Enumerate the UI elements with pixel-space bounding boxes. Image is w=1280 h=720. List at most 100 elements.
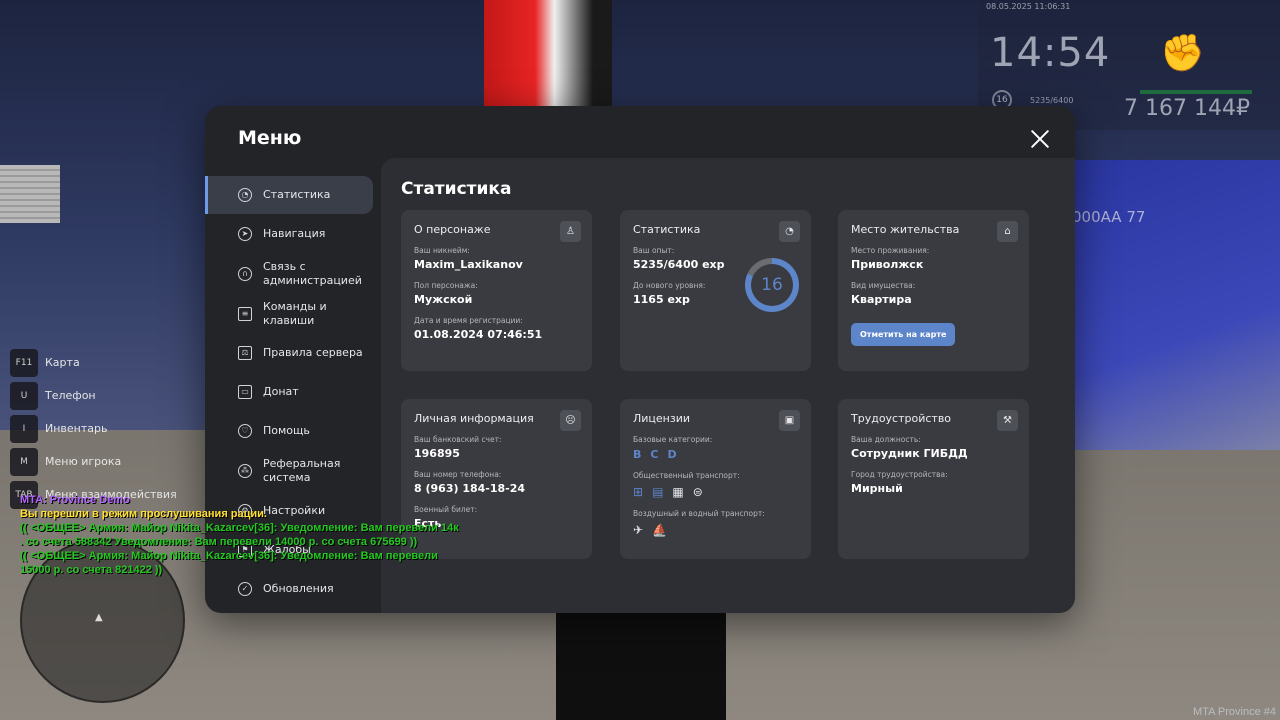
license-category: D	[667, 448, 677, 461]
network-icon: ⁂	[238, 464, 252, 478]
chat-line: (( <ОБЩЕЕ> Армия: Майор Nikita_Kazarcev[…	[20, 550, 438, 562]
headset-icon: ∩	[238, 267, 252, 281]
vending-machine	[484, 0, 612, 112]
wallet-icon: ▭	[238, 385, 252, 399]
player-arrow-icon: ▲	[95, 612, 103, 623]
trolleybus-icon: ⊞	[633, 485, 644, 499]
hud-datetime: 08.05.2025 11:06:31	[986, 2, 1071, 11]
close-icon[interactable]	[1027, 126, 1053, 152]
exp-label: Ваш опыт:	[633, 246, 675, 255]
key-badge: F11	[10, 348, 38, 377]
pie-chart-icon: ◔	[779, 221, 800, 242]
id-card-icon: ▣	[779, 410, 800, 431]
phone-label: Ваш номер телефона:	[414, 470, 502, 479]
work-city-value: Мирный	[851, 482, 903, 495]
heart-hand-icon: ♡	[238, 424, 252, 438]
work-city-label: Город трудоустройства:	[851, 470, 948, 479]
sidebar-item-label: Помощь	[263, 424, 310, 437]
chat-line: Вы перешли в режим прослушивания рации.	[20, 508, 267, 520]
sidebar-item-label: Статистика	[263, 188, 331, 201]
chat-line: 15000 р. со счета 821422 ))	[20, 564, 163, 576]
scales-icon: ⚖	[238, 346, 252, 360]
compass-icon: ➤	[238, 227, 252, 241]
sidebar-item-commands[interactable]: ≡ Команды и клавиши	[205, 295, 381, 333]
nickname-value: Maxim_Laxikanov	[414, 258, 523, 271]
background-roof	[0, 165, 60, 223]
bus-icon: ▤	[652, 485, 664, 499]
gender-label: Пол персонажа:	[414, 281, 478, 290]
registration-value: 01.08.2024 07:46:51	[414, 328, 543, 341]
key-label: Телефон	[45, 389, 96, 402]
bank-account-value: 196895	[414, 447, 460, 460]
hud-exp: 5235/6400	[1030, 96, 1074, 105]
card-title: Личная информация	[414, 412, 534, 425]
chat-line: (( <ОБЩЕЕ> Армия: Майор Nikita_Kazarcev[…	[20, 522, 459, 534]
hud-clock: 14:54	[990, 30, 1111, 76]
sidebar-item-donate[interactable]: ▭ Донат	[205, 373, 381, 411]
key-label: Инвентарь	[45, 422, 108, 435]
nickname-label: Ваш никнейм:	[414, 246, 470, 255]
residence-place-label: Место проживания:	[851, 246, 930, 255]
key-badge: I	[10, 414, 38, 443]
license-category: B	[633, 448, 642, 461]
sidebar-item-label: Команды и клавиши	[263, 300, 327, 327]
sidebar-item-rules[interactable]: ⚖ Правила сервера	[205, 334, 381, 372]
card-licenses: Лицензии ▣ Базовые категории: B C D Обще…	[620, 399, 811, 559]
check-circle-icon: ✓	[238, 582, 252, 596]
keybind-player-menu: M Меню игрока	[10, 445, 177, 478]
document-icon: ≡	[238, 307, 252, 321]
sidebar-item-label: Донат	[263, 385, 299, 398]
user-icon: ♙	[560, 221, 581, 242]
keybind-inventory: I Инвентарь	[10, 412, 177, 445]
card-character: О персонаже ♙ Ваш никнейм: Maxim_Laxikan…	[401, 210, 592, 371]
mark-on-map-button[interactable]: Отметить на карте	[851, 323, 956, 346]
position-value: Сотрудник ГИБДД	[851, 447, 968, 460]
gender-value: Мужской	[414, 293, 473, 306]
property-type-value: Квартира	[851, 293, 912, 306]
property-type-label: Вид имущества:	[851, 281, 916, 290]
sidebar-item-label: Обновления	[263, 582, 334, 595]
card-title: О персонаже	[414, 223, 491, 236]
page-title: Статистика	[401, 179, 512, 199]
hammer-icon: ⚒	[997, 410, 1018, 431]
sidebar-item-navigation[interactable]: ➤ Навигация	[205, 215, 381, 253]
level-value: 16	[751, 264, 793, 306]
residence-place-value: Приволжск	[851, 258, 924, 271]
card-title: Статистика	[633, 223, 701, 236]
chat-line: . со счета 588342 Уведомление: Вам перев…	[20, 536, 418, 548]
sidebar-item-label: Навигация	[263, 227, 326, 240]
air-water-licenses: ✈ ⛵	[633, 523, 798, 537]
tram-icon: ▦	[672, 485, 684, 499]
sidebar-item-admin-contact[interactable]: ∩ Связь с администрацией	[205, 254, 381, 294]
card-title: Место жительства	[851, 223, 960, 236]
keybind-hints: F11 Карта U Телефон I Инвентарь M Меню и…	[10, 346, 177, 511]
card-employment: Трудоустройство ⚒ Ваша должность: Сотруд…	[838, 399, 1029, 559]
player-character	[556, 612, 726, 720]
license-plate: 000AA 77	[1072, 208, 1146, 226]
airplane-icon: ✈	[633, 523, 644, 537]
keybind-phone: U Телефон	[10, 379, 177, 412]
registration-label: Дата и время регистрации:	[414, 316, 523, 325]
public-transport-label: Общественный транспорт:	[633, 471, 740, 480]
home-icon: ⌂	[997, 221, 1018, 242]
chat-log: MTA: Province Demo Вы перешли в режим пр…	[20, 493, 459, 577]
key-badge: U	[10, 381, 38, 410]
chat-line: MTA: Province Demo	[20, 494, 130, 506]
server-watermark: MTA Province #4	[1193, 706, 1276, 718]
sidebar-item-referral[interactable]: ⁂ Реферальная система	[205, 451, 381, 491]
base-categories-label: Базовые категории:	[633, 435, 713, 444]
license-category: C	[650, 448, 659, 461]
card-residence: Место жительства ⌂ Место проживания: При…	[838, 210, 1029, 371]
sidebar-item-help[interactable]: ♡ Помощь	[205, 412, 381, 450]
key-label: Меню игрока	[45, 455, 122, 468]
position-label: Ваша должность:	[851, 435, 921, 444]
fist-icon: ✊	[1160, 33, 1205, 74]
public-transport-licenses: ⊞ ▤ ▦ ⊜	[633, 485, 798, 499]
background-window	[1075, 160, 1280, 450]
hud-health-bar	[1140, 90, 1252, 94]
base-categories: B C D	[633, 448, 798, 461]
menu-title: Меню	[238, 127, 302, 149]
sidebar-item-statistics[interactable]: ◔ Статистика	[205, 176, 373, 214]
pie-chart-icon: ◔	[238, 188, 252, 202]
menu-content: Статистика О персонаже ♙ Ваш никнейм: Ma…	[381, 158, 1075, 613]
